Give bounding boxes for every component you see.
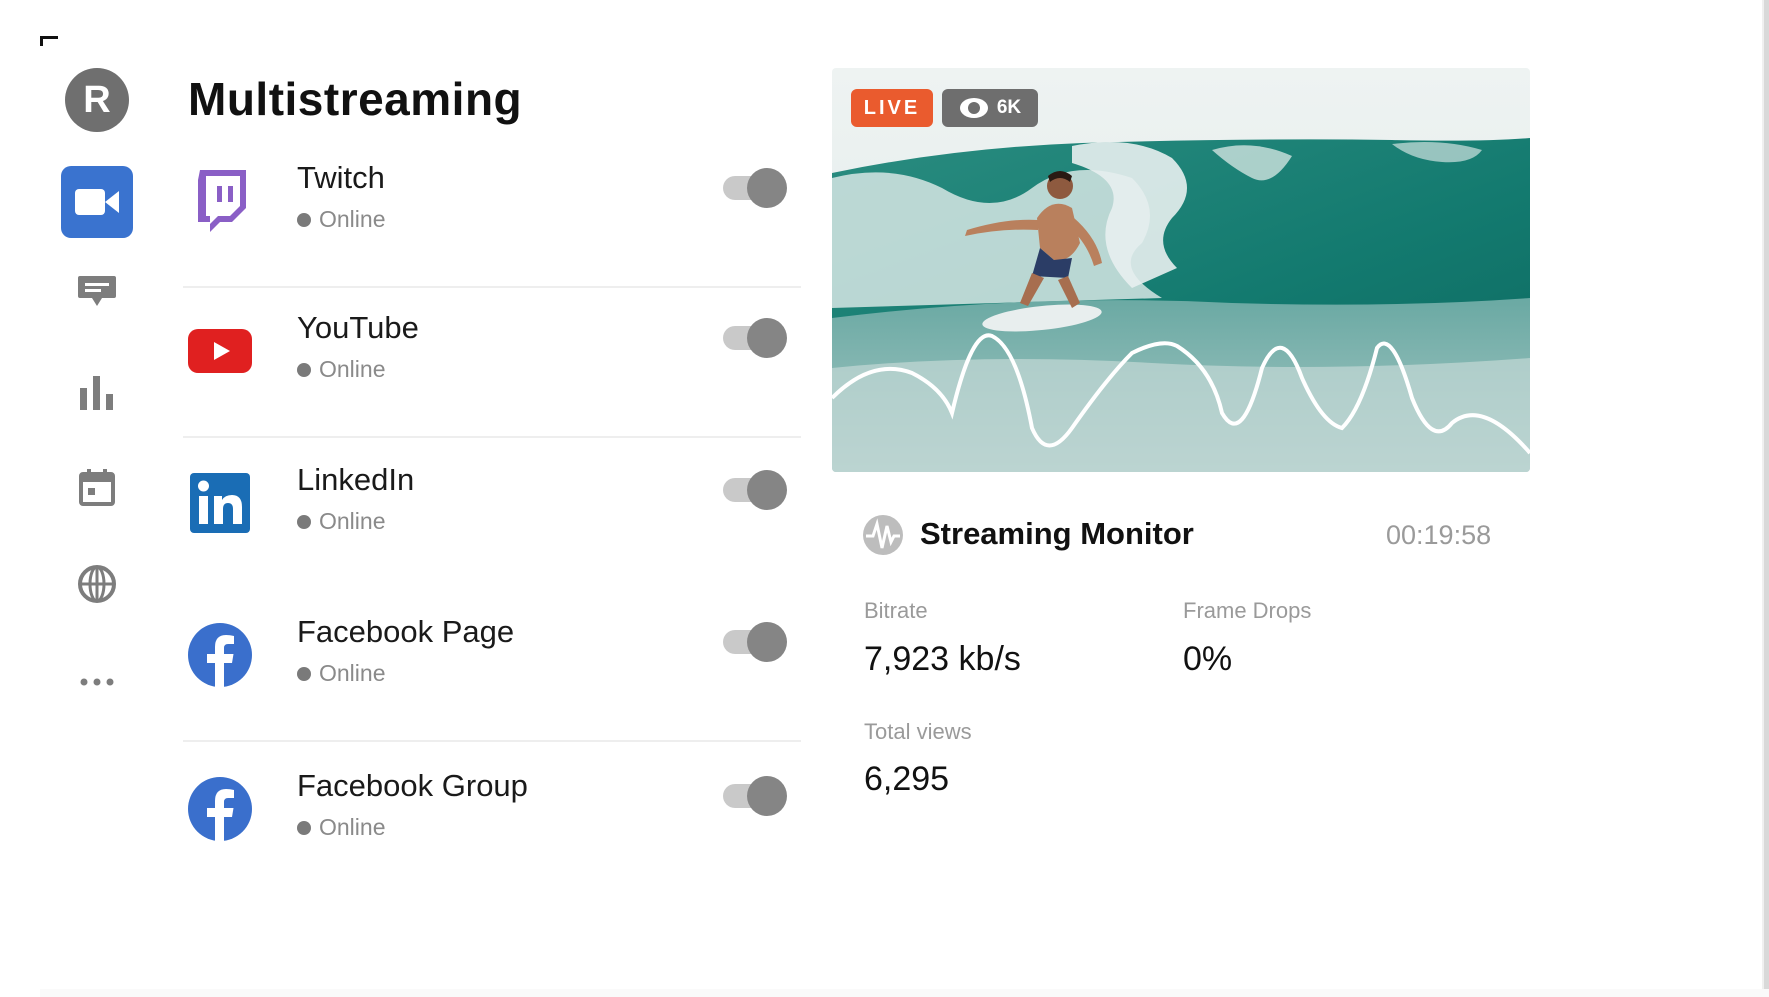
status-text: Online xyxy=(319,814,386,840)
frame-drops-label: Frame Drops xyxy=(1183,598,1312,623)
sidebar-item-streams[interactable] xyxy=(61,166,133,238)
platform-name: LinkedIn xyxy=(297,462,415,497)
bottom-edge xyxy=(40,989,1769,997)
viewer-count: 6K xyxy=(996,97,1022,118)
platform-row-linkedin: LinkedIn Online xyxy=(183,440,801,590)
chat-icon xyxy=(78,276,116,306)
divider xyxy=(183,740,801,742)
stream-preview[interactable]: LIVE 6K xyxy=(832,68,1530,472)
youtube-icon xyxy=(187,318,253,384)
status-dot xyxy=(297,820,311,835)
page-title: Multistreaming xyxy=(188,73,523,125)
divider xyxy=(183,436,801,438)
sidebar-item-calendar[interactable] xyxy=(61,452,133,524)
facebook-icon xyxy=(187,776,253,842)
facebook-group-toggle[interactable] xyxy=(723,776,787,816)
eye-icon xyxy=(959,98,988,118)
sidebar-item-more[interactable] xyxy=(61,646,133,718)
facebook-icon xyxy=(187,622,253,688)
live-badge: LIVE xyxy=(851,89,933,127)
sidebar-item-analytics[interactable] xyxy=(61,356,133,428)
bitrate-value: 7,923 kb/s xyxy=(864,640,1021,678)
platform-name: Facebook Page xyxy=(297,614,515,649)
linkedin-icon xyxy=(187,470,253,536)
platform-row-facebook-page: Facebook Page Online xyxy=(183,592,801,742)
status-text: Online xyxy=(319,206,386,232)
platform-row-youtube: YouTube Online xyxy=(183,288,801,438)
viewer-count-badge: 6K xyxy=(942,89,1038,127)
platform-row-twitch: Twitch Online xyxy=(183,138,801,288)
status-dot xyxy=(297,514,311,529)
total-views-value: 6,295 xyxy=(864,760,950,798)
bitrate-label: Bitrate xyxy=(864,598,928,623)
status-dot xyxy=(297,362,311,377)
linkedin-toggle[interactable] xyxy=(723,470,787,510)
status-text: Online xyxy=(319,508,386,534)
youtube-toggle[interactable] xyxy=(723,318,787,358)
facebook-page-toggle[interactable] xyxy=(723,622,787,662)
waveform-icon xyxy=(863,515,903,555)
status-dot xyxy=(297,212,311,227)
status-indicator: Online xyxy=(297,356,385,383)
frame-drops-value: 0% xyxy=(1183,640,1233,678)
total-views-label: Total views xyxy=(864,719,972,744)
status-text: Online xyxy=(319,356,386,382)
status-text: Online xyxy=(319,660,386,686)
platform-name: Twitch xyxy=(297,160,385,195)
status-dot xyxy=(297,666,311,681)
surfer-image xyxy=(832,68,1530,472)
monitor-title: Streaming Monitor xyxy=(920,516,1194,551)
sidebar-item-destinations[interactable] xyxy=(61,548,133,620)
platform-name: Facebook Group xyxy=(297,768,528,803)
bar-chart-icon xyxy=(80,376,113,410)
twitch-icon xyxy=(187,168,253,234)
platform-row-facebook-group: Facebook Group Online xyxy=(183,746,801,896)
more-icon xyxy=(80,678,114,686)
elapsed-time: 00:19:58 xyxy=(1386,520,1492,550)
calendar-icon xyxy=(79,469,115,506)
status-indicator: Online xyxy=(297,814,385,841)
corner-mark xyxy=(40,36,58,46)
window-scrollbar[interactable] xyxy=(1764,0,1769,997)
status-indicator: Online xyxy=(297,206,385,233)
status-indicator: Online xyxy=(297,508,385,535)
avatar[interactable]: R xyxy=(65,68,129,132)
sidebar-item-chat[interactable] xyxy=(61,258,133,330)
video-camera-icon xyxy=(75,189,119,215)
platform-name: YouTube xyxy=(297,310,419,345)
globe-icon xyxy=(78,565,116,603)
status-indicator: Online xyxy=(297,660,385,687)
twitch-toggle[interactable] xyxy=(723,168,787,208)
